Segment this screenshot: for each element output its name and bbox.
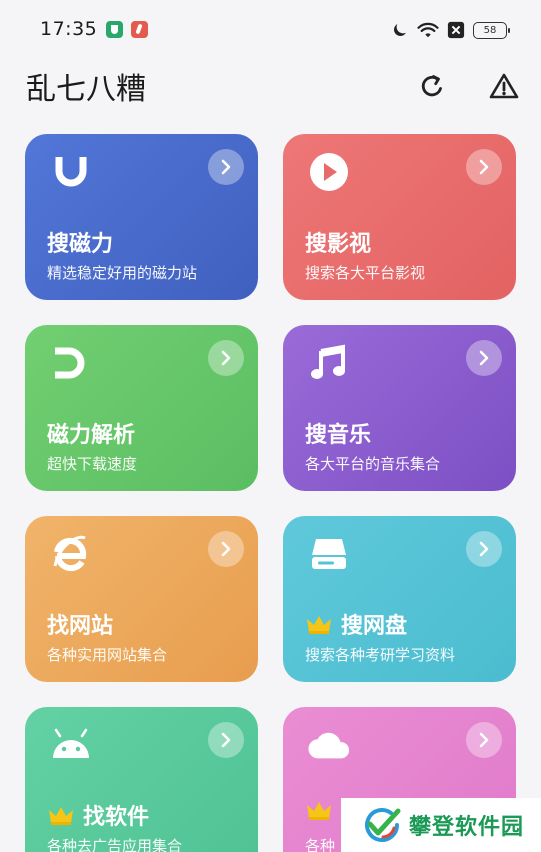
crown-icon [49,807,73,825]
card-arrow-button[interactable] [208,340,244,376]
ie-browser-icon [49,532,93,576]
card-subtitle: 搜索各种考研学习资料 [305,646,456,664]
card-subtitle: 各种去广告应用集合 [47,837,183,852]
battery-level: 58 [483,24,497,36]
crown-icon [307,616,331,634]
refresh-button[interactable] [412,66,452,106]
music-app-icon [131,21,148,38]
sim-icon [447,21,465,39]
card-arrow-button[interactable] [208,722,244,758]
card-title: 搜网盘 [305,608,407,640]
card-title: 搜音乐 [305,423,372,448]
card-arrow-button[interactable] [208,149,244,185]
page-title: 乱七八糟 [26,72,146,107]
chevron-right-icon [479,159,489,175]
card-magnet-parse[interactable]: 磁力解析 超快下载速度 [25,325,258,491]
status-bar: 17:35 58 [0,0,541,58]
cloud-icon [307,723,351,767]
music-note-icon [307,341,351,385]
magnet-u-icon [49,150,93,194]
checkmark-logo-icon [365,808,401,842]
chevron-right-icon [221,350,231,366]
chevron-right-icon [221,541,231,557]
status-time: 17:35 [40,18,98,40]
card-find-website[interactable]: 找网站 各种实用网站集合 [25,516,258,682]
watermark: 攀登软件园 [341,798,541,852]
watermark-text: 攀登软件园 [409,815,525,840]
play-icon [307,150,351,194]
moon-icon [394,24,406,36]
card-search-magnet[interactable]: 搜磁力 精选稳定好用的磁力站 [25,134,258,300]
card-title: 找网站 [47,614,114,639]
card-title: 搜影视 [305,232,372,257]
battery-icon: 58 [473,21,510,39]
card-subtitle: 各种实用网站集合 [47,646,168,664]
chevron-right-icon [221,732,231,748]
card-arrow-button[interactable] [466,722,502,758]
security-app-icon [106,21,123,38]
chevron-right-icon [479,732,489,748]
card-find-software[interactable]: 找软件 各种去广告应用集合 [25,707,258,852]
card-title: 磁力解析 [47,423,136,448]
warning-icon [489,73,519,99]
magnet-icon [49,341,93,385]
card-subtitle: 超快下载速度 [47,455,138,473]
card-arrow-button[interactable] [208,531,244,567]
card-search-video[interactable]: 搜影视 搜索各大平台影视 [283,134,516,300]
card-title: 找软件 [47,799,149,831]
card-title: 搜磁力 [47,232,114,257]
android-icon [49,723,93,767]
warning-button[interactable] [484,66,524,106]
chevron-right-icon [479,541,489,557]
crown-icon [307,802,331,820]
card-subtitle: 搜索各大平台影视 [305,264,426,282]
card-arrow-button[interactable] [466,340,502,376]
chevron-right-icon [479,350,489,366]
wifi-icon [417,22,439,38]
card-search-netdisk[interactable]: 搜网盘 搜索各种考研学习资料 [283,516,516,682]
card-search-music[interactable]: 搜音乐 各大平台的音乐集合 [283,325,516,491]
card-subtitle: 各大平台的音乐集合 [305,455,441,473]
refresh-icon [421,75,442,97]
card-subtitle: 各种 [305,837,336,852]
status-icons: 58 [391,18,510,42]
card-arrow-button[interactable] [466,149,502,185]
card-subtitle: 精选稳定好用的磁力站 [47,264,198,282]
card-arrow-button[interactable] [466,531,502,567]
hard-drive-icon [307,532,351,576]
chevron-right-icon [221,159,231,175]
card-title [305,799,341,821]
